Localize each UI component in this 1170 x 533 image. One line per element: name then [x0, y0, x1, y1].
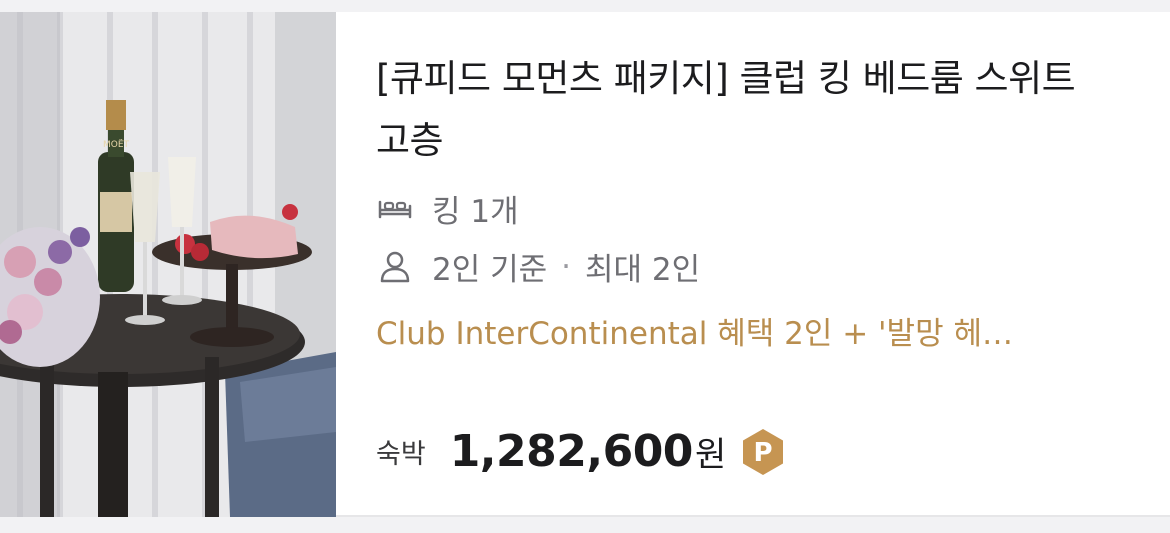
person-icon: [376, 248, 414, 286]
price-row: 숙박 1,282,600 원 P: [376, 426, 788, 477]
separator: ·: [561, 248, 571, 285]
price-unit: 원: [694, 435, 727, 475]
stay-label: 숙박: [376, 439, 426, 470]
point-badge-icon: P: [738, 427, 788, 477]
room-card[interactable]: MOËT [큐피드 모먼츠 패키지] 클럽 킹 베드룸 스위트 고층 킹 1개 …: [0, 12, 1170, 517]
benefit-text[interactable]: Club InterContinental 혜택 2인 + '발망 헤…: [376, 308, 1116, 353]
room-title[interactable]: [큐피드 모먼츠 패키지] 클럽 킹 베드룸 스위트 고층: [376, 48, 1116, 172]
guests-standard: 2인 기준: [432, 252, 548, 288]
room-info: [큐피드 모먼츠 패키지] 클럽 킹 베드룸 스위트 고층 킹 1개 2인 기준: [376, 12, 1130, 517]
guest-info: 2인 기준 · 최대 2인: [376, 244, 700, 289]
price-amount: 1,282,600: [449, 426, 694, 477]
point-badge-label: P: [754, 438, 773, 468]
bed-info: 킹 1개: [376, 186, 519, 231]
bottle-label: MOËT: [103, 139, 130, 150]
bed-text: 킹 1개: [432, 194, 519, 230]
room-photo[interactable]: MOËT: [0, 12, 336, 517]
bed-icon: [376, 190, 414, 228]
room-photo-illustration: MOËT: [0, 12, 336, 517]
guests-max: 최대 2인: [585, 252, 701, 288]
